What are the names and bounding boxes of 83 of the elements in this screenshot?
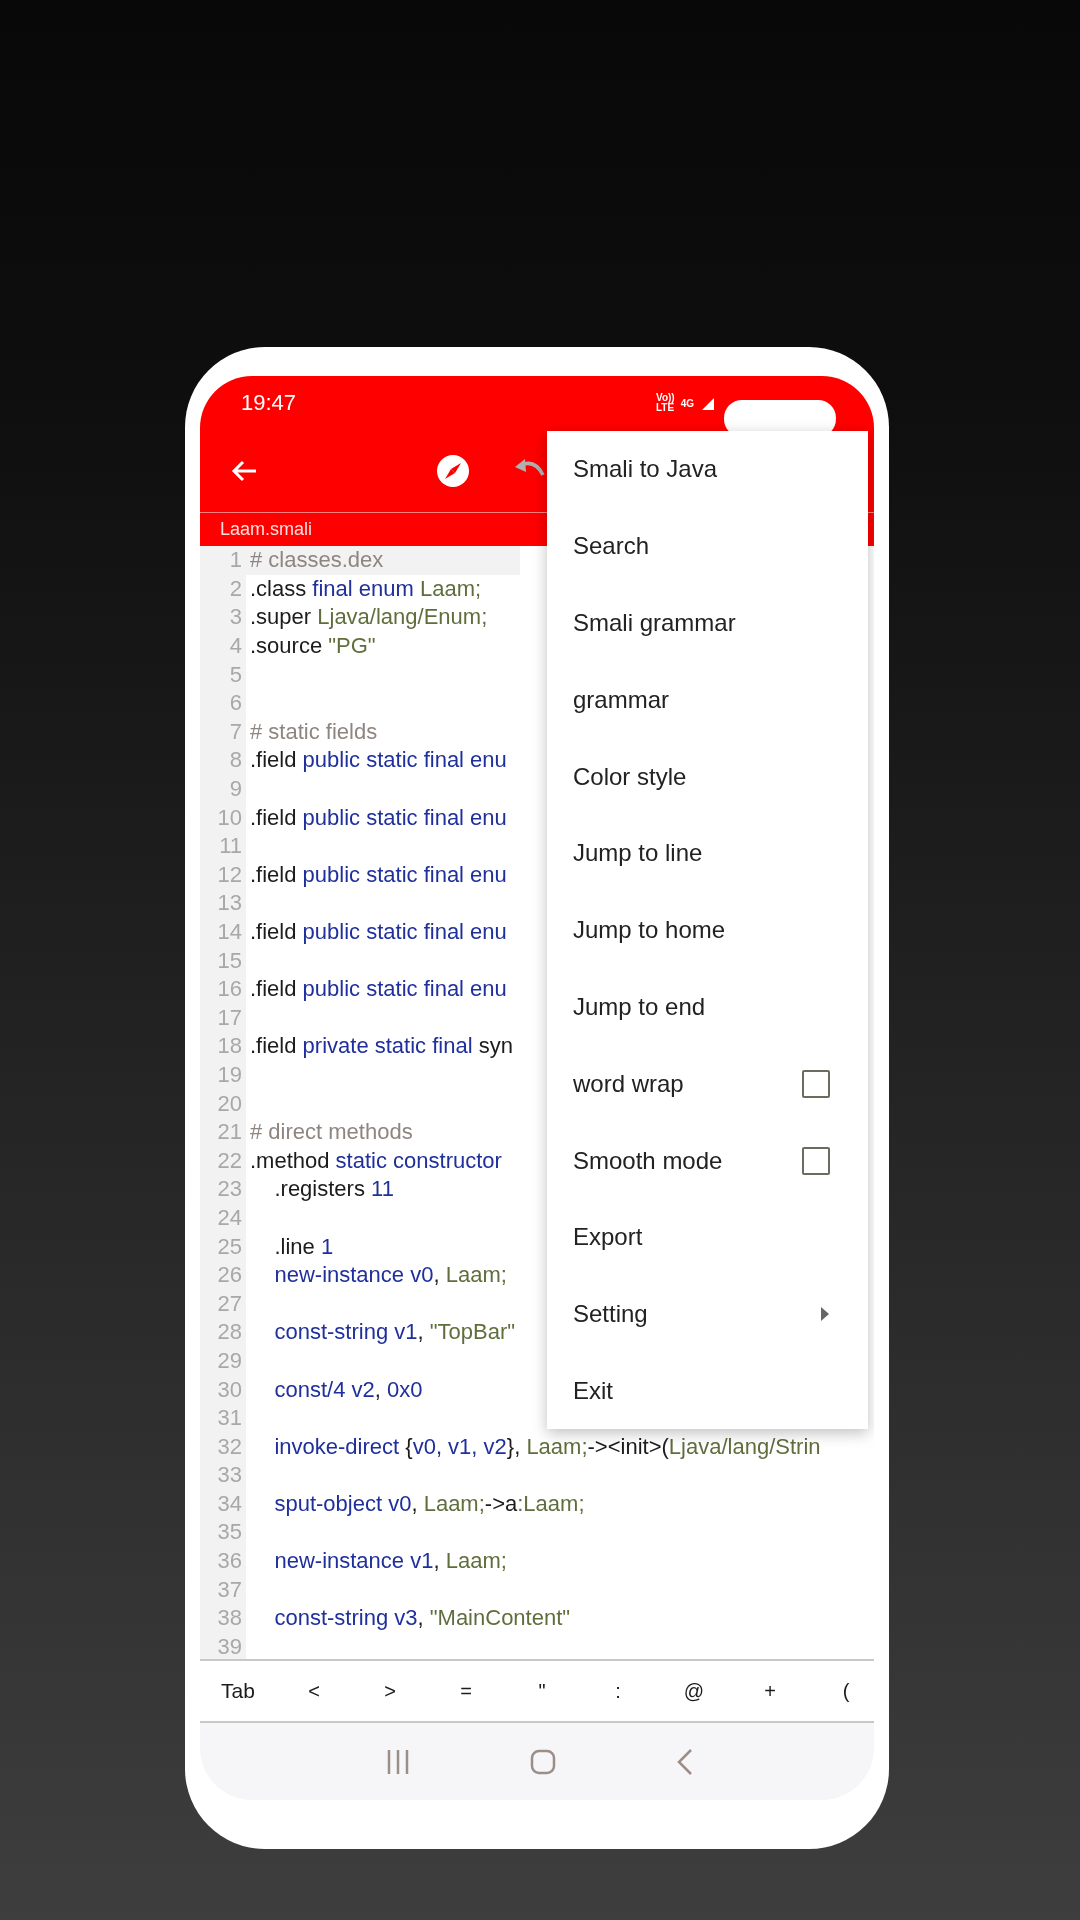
code-line: sput-object v0, Laam;->a:Laam; <box>273 1490 585 1517</box>
line-number: 10 <box>216 804 242 831</box>
lte-label: LTE <box>655 403 675 413</box>
line-number: 24 <box>216 1204 242 1231</box>
code-line: .field public static final enu <box>250 804 507 831</box>
line-number: 33 <box>216 1462 242 1489</box>
code-line: new-instance v1, Laam; <box>273 1548 507 1575</box>
code-line: # direct methods <box>250 1119 413 1146</box>
line-number: 14 <box>216 919 242 945</box>
code-line: # static fields <box>250 718 378 745</box>
code-line: const-string v1, "TopBar" <box>273 1319 516 1346</box>
code-line: .method static constructor <box>250 1147 502 1174</box>
compass-icon[interactable] <box>436 454 470 488</box>
menu-item[interactable]: Smooth mode <box>547 1122 868 1199</box>
line-number: 15 <box>216 947 242 974</box>
code-line: .source "PG" <box>250 633 376 660</box>
line-number: 11 <box>218 833 242 860</box>
checkbox[interactable] <box>802 1146 830 1175</box>
menu-item[interactable]: Search <box>547 507 868 585</box>
line-number: 30 <box>216 1376 242 1403</box>
menu-item[interactable]: word wrap <box>547 1045 868 1123</box>
line-number: 25 <box>216 1233 242 1260</box>
line-number: 26 <box>216 1262 242 1289</box>
line-number: 2 <box>228 575 242 602</box>
line-number: 21 <box>216 1119 242 1146</box>
code-line: .registers 11 <box>273 1176 394 1203</box>
menu-item[interactable]: Color style <box>547 738 868 815</box>
line-number: 20 <box>216 1090 242 1117</box>
line-number: 4 <box>228 633 242 660</box>
line-number: 12 <box>216 861 242 888</box>
volte-label: Vo)) <box>655 393 675 403</box>
code-line: # classes.dex <box>250 547 384 574</box>
code-line: .field public static final enu <box>250 747 507 774</box>
code-line: new-instance v0, Laam; <box>273 1262 507 1289</box>
code-line: .class final enum Laam; <box>250 575 482 602</box>
line-number: 18 <box>216 1033 242 1060</box>
line-number: 16 <box>216 976 242 1003</box>
line-number: 28 <box>216 1319 242 1346</box>
code-line: invoke-direct {v0, v1, v2}, Laam;-><init>(Ljava/lang/Strin <box>273 1433 821 1460</box>
line-number: 38 <box>216 1605 242 1632</box>
line-number: 23 <box>216 1176 242 1203</box>
menu-item[interactable]: Export <box>547 1198 868 1276</box>
line-number: 17 <box>216 1004 242 1031</box>
line-number: 34 <box>216 1490 242 1517</box>
menu-item[interactable]: Smali grammar <box>547 584 868 662</box>
line-number: 1 <box>228 547 242 574</box>
line-number: 37 <box>216 1576 242 1603</box>
line-number: 13 <box>216 890 242 917</box>
menu-item[interactable]: Jump to line <box>547 815 868 892</box>
menu-item[interactable]: grammar <box>547 661 868 739</box>
code-line: .line 1 <box>273 1233 334 1260</box>
line-number: 29 <box>216 1347 242 1374</box>
line-number: 35 <box>216 1519 242 1546</box>
line-number: 5 <box>228 661 242 688</box>
line-number: 3 <box>228 604 242 631</box>
code-line: const-string v3, "MainContent" <box>273 1605 571 1632</box>
code-line: .field private static final syn <box>250 1033 513 1060</box>
code-line: .field public static final enu <box>250 861 507 888</box>
line-number: 39 <box>216 1633 242 1659</box>
code-line: .super Ljava/lang/Enum; <box>250 604 488 631</box>
menu-item[interactable]: Jump to end <box>547 968 868 1046</box>
menu-item[interactable]: Smali to Java <box>547 431 868 508</box>
line-number: 8 <box>228 747 242 774</box>
line-number: 32 <box>216 1433 242 1460</box>
line-number: 9 <box>228 776 242 803</box>
line-number: 36 <box>216 1548 242 1575</box>
status-time: 19:47 <box>241 390 297 416</box>
home-icon[interactable] <box>529 1747 558 1776</box>
menu-item[interactable]: Jump to home <box>547 891 868 969</box>
menu-item[interactable]: Exit <box>547 1352 868 1430</box>
code-line: .field public static final enu <box>250 919 507 945</box>
submenu-arrow-icon <box>820 1306 830 1323</box>
line-number: 6 <box>228 690 242 717</box>
network-label: 4G <box>680 397 694 409</box>
line-number: 22 <box>216 1147 242 1174</box>
line-number: 27 <box>216 1290 242 1317</box>
menu-item[interactable]: Setting <box>547 1275 868 1353</box>
line-number: 31 <box>216 1405 242 1432</box>
line-number: 7 <box>228 718 242 745</box>
code-line: const/4 v2, 0x0 <box>273 1376 423 1403</box>
code-line: .field public static final enu <box>250 976 507 1003</box>
checkbox[interactable] <box>802 1069 830 1098</box>
line-number: 19 <box>216 1062 242 1088</box>
